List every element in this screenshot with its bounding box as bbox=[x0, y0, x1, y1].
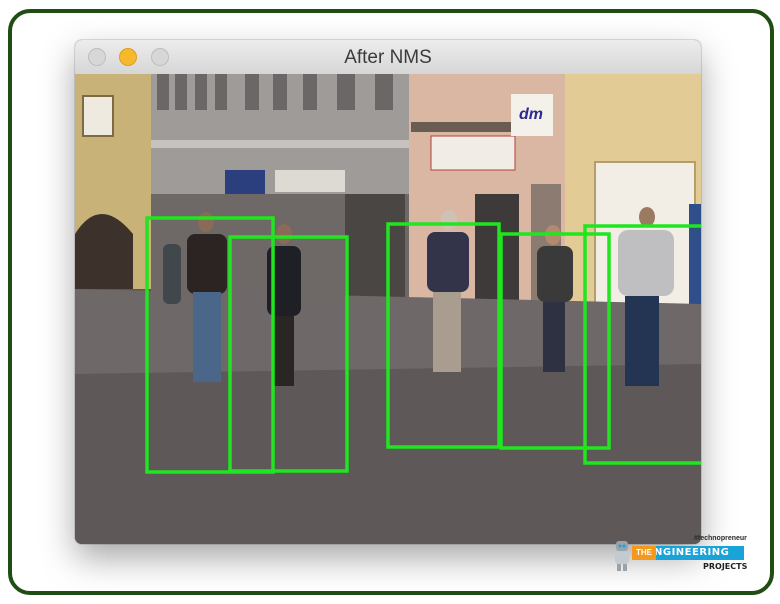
robot-icon bbox=[615, 541, 629, 571]
detection-box bbox=[228, 235, 349, 473]
watermark-tagline: #technopreneur bbox=[694, 535, 747, 542]
detection-overlay bbox=[145, 216, 701, 474]
title-bar[interactable]: After NMS bbox=[75, 40, 701, 75]
street-photo: dm bbox=[75, 74, 701, 544]
image-window: After NMS dm bbox=[75, 40, 701, 544]
detection-box bbox=[145, 216, 275, 474]
watermark-the: THE bbox=[632, 546, 656, 560]
detection-box bbox=[386, 222, 501, 449]
watermark-sub: PROJECTS bbox=[703, 562, 748, 571]
window-title: After NMS bbox=[344, 47, 432, 68]
detection-box bbox=[583, 224, 701, 465]
detection-box bbox=[499, 232, 611, 450]
brand-watermark: #technopreneur ENGINEERING THE PROJECTS bbox=[608, 533, 756, 577]
